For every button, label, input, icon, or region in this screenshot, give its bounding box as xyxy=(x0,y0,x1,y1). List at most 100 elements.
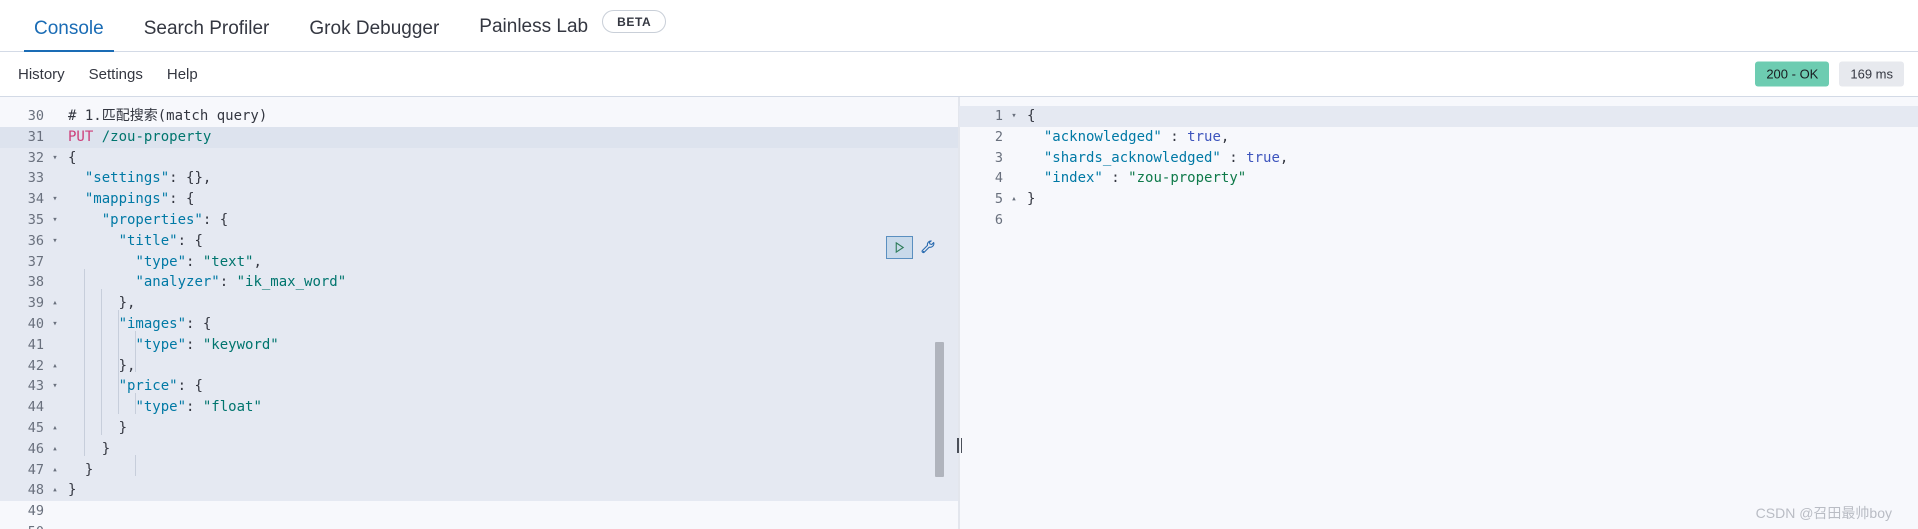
request-editor-pane[interactable]: 30 # 1.匹配搜索(match query) 31 PUT /zou-proper… xyxy=(0,97,959,529)
line-number: 42 xyxy=(27,357,44,374)
code-token: "index" xyxy=(1043,170,1103,187)
menu-item-history[interactable]: History xyxy=(18,66,65,83)
code-line[interactable]: 39 ▴ }, xyxy=(0,293,958,314)
code-token: "properties" xyxy=(101,211,203,228)
code-line[interactable]: 43 ▾ "price": { xyxy=(0,376,958,398)
code-line[interactable]: 30 # 1.匹配搜索(match query) xyxy=(0,106,958,127)
response-status-group: 200 - OK 169 ms xyxy=(1755,61,1904,87)
code-line[interactable]: 46 ▴ } xyxy=(0,438,958,460)
indent-guide xyxy=(135,393,136,414)
request-options-button[interactable] xyxy=(915,236,941,259)
response-editor-pane[interactable]: 1 ▾{2 "acknowledged" : true, 3 "shards_ack… xyxy=(959,97,1918,529)
code-token: : { xyxy=(169,191,195,208)
code-token: : { xyxy=(202,211,229,228)
code-token: "keyword" xyxy=(202,336,279,353)
code-line-text: "properties": { xyxy=(62,210,958,231)
code-token: true xyxy=(1187,128,1221,145)
code-token: : { xyxy=(177,378,203,395)
fold-toggle-icon[interactable]: ▴ xyxy=(48,480,62,501)
indent-guide xyxy=(118,310,119,414)
status-code-badge: 200 - OK xyxy=(1755,61,1830,87)
fold-toggle-icon[interactable]: ▾ xyxy=(48,376,62,397)
code-token: "shards_acknowledged" xyxy=(1043,149,1221,166)
tab-search-profiler-label: Search Profiler xyxy=(143,18,270,39)
menu-item-help[interactable]: Help xyxy=(167,66,198,83)
code-token: , xyxy=(1279,149,1289,166)
indent-guide xyxy=(135,455,136,476)
send-request-button[interactable] xyxy=(886,236,913,259)
fold-toggle-icon[interactable]: ▴ xyxy=(48,439,62,460)
request-scrollbar-thumb[interactable] xyxy=(935,342,944,477)
code-line[interactable]: 5 ▴} xyxy=(959,189,1918,210)
code-line[interactable]: 35 ▾ "properties": { xyxy=(0,209,958,231)
line-number: 40 xyxy=(27,315,44,332)
code-line[interactable]: 44 "type": "float" xyxy=(0,397,958,418)
line-number: 35 xyxy=(27,211,44,228)
code-token: } xyxy=(68,482,77,499)
code-line[interactable]: 41 "type": "keyword" xyxy=(0,334,958,356)
code-token: : {}, xyxy=(169,170,212,187)
fold-toggle-icon[interactable]: ▴ xyxy=(48,356,62,377)
fold-toggle-icon[interactable]: ▾ xyxy=(48,210,62,231)
code-line[interactable]: 1 ▾ { xyxy=(959,106,1918,127)
fold-toggle-icon[interactable]: ▾ xyxy=(48,189,62,210)
request-code[interactable]: 30 # 1.匹配搜索(match query) 31 PUT /zou-proper… xyxy=(0,106,958,529)
tab-grok-debugger[interactable]: Grok Debugger xyxy=(289,19,459,52)
code-line-text: { xyxy=(62,148,958,169)
fold-toggle-icon[interactable]: ▾ xyxy=(48,231,62,252)
line-number: 47 xyxy=(27,461,44,478)
line-number: 31 xyxy=(27,128,44,145)
code-token: "price" xyxy=(118,378,178,395)
code-line[interactable]: 48 ▴} xyxy=(0,480,958,502)
response-code[interactable]: 1 ▾{2 "acknowledged" : true, 3 "shards_ack… xyxy=(959,106,1918,231)
code-line[interactable]: 2 "acknowledged" : true, xyxy=(959,127,1918,148)
code-token: "images" xyxy=(118,315,187,332)
line-number: 46 xyxy=(27,440,44,457)
code-line[interactable]: 47 ▴ } xyxy=(0,459,958,481)
code-line-text: }, xyxy=(62,293,958,314)
tab-search-profiler[interactable]: Search Profiler xyxy=(124,19,290,52)
code-token: : xyxy=(1102,170,1129,187)
code-line-text: } xyxy=(62,460,958,481)
line-number: 5 xyxy=(994,191,1003,208)
code-token: : { xyxy=(186,315,212,332)
code-line[interactable]: 36 ▾ "title": { xyxy=(0,230,958,252)
code-line[interactable]: 31 PUT /zou-property xyxy=(0,126,958,148)
code-token: } xyxy=(68,440,111,457)
fold-toggle-icon[interactable]: ▾ xyxy=(1007,106,1021,127)
pane-splitter-grip[interactable] xyxy=(955,438,964,453)
code-line[interactable]: 49 xyxy=(0,501,958,522)
code-line[interactable]: 45 ▴ } xyxy=(0,417,958,439)
code-line[interactable]: 50 xyxy=(0,522,958,529)
pane-splitter[interactable] xyxy=(952,97,966,529)
code-line[interactable]: 33 "settings": {}, xyxy=(0,168,958,190)
code-line-text: }, xyxy=(62,356,958,377)
tab-painless-lab-label: Painless Lab xyxy=(479,16,589,37)
code-line[interactable]: 38 "analyzer": "ik_max_word" xyxy=(0,272,958,294)
code-line[interactable]: 4 "index" : "zou-property" xyxy=(959,168,1918,189)
code-token: { xyxy=(1027,108,1036,124)
fold-toggle-icon[interactable]: ▴ xyxy=(1007,189,1021,210)
code-token: , xyxy=(1220,128,1230,145)
code-line-text: "type": "text", xyxy=(62,252,958,273)
tab-console[interactable]: Console xyxy=(14,19,124,52)
code-line-text: PUT /zou-property xyxy=(62,127,958,148)
code-line[interactable]: 34 ▾ "mappings": { xyxy=(0,189,958,210)
fold-toggle-icon[interactable]: ▴ xyxy=(48,418,62,439)
code-line[interactable]: 6 xyxy=(959,210,1918,231)
code-line[interactable]: 3 "shards_acknowledged" : true, xyxy=(959,148,1918,169)
menu-item-settings[interactable]: Settings xyxy=(89,66,143,83)
fold-toggle-icon[interactable]: ▾ xyxy=(48,148,62,169)
code-line-text: "shards_acknowledged" : true, xyxy=(1021,148,1918,169)
code-line[interactable]: 42 ▴ }, xyxy=(0,355,958,377)
fold-toggle-icon[interactable]: ▴ xyxy=(48,293,62,314)
line-number: 37 xyxy=(27,253,44,270)
console-menu-bar: History Settings Help 200 - OK 169 ms xyxy=(0,52,1918,96)
fold-toggle-icon[interactable]: ▴ xyxy=(48,460,62,481)
tab-painless-lab[interactable]: Painless Lab BETA xyxy=(459,10,686,52)
code-line[interactable]: 40 ▾ "images": { xyxy=(0,313,958,335)
code-line[interactable]: 37 "type": "text", xyxy=(0,251,958,273)
code-line[interactable]: 32 ▾ { xyxy=(0,147,958,169)
fold-toggle-icon[interactable]: ▾ xyxy=(48,314,62,335)
code-token: "mappings" xyxy=(84,191,170,208)
